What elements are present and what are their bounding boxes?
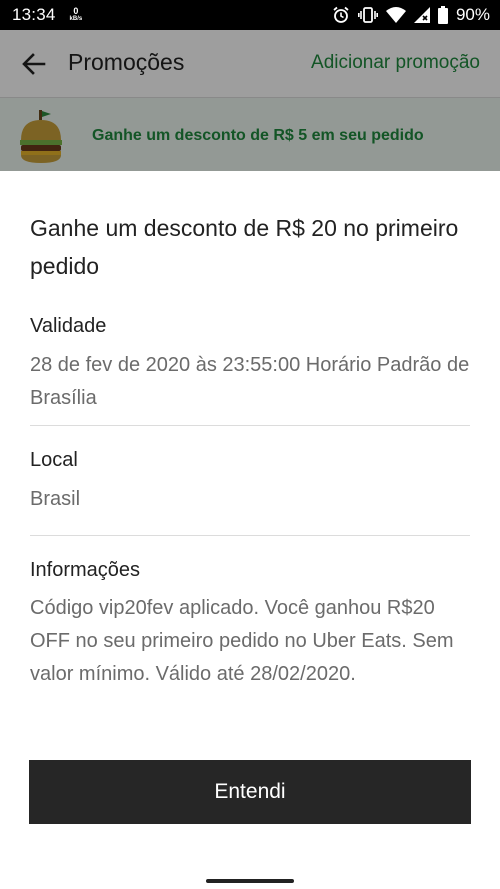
net-speed-indicator: 0 kB/s bbox=[70, 7, 83, 23]
location-label: Local bbox=[30, 449, 78, 471]
location-value: Brasil bbox=[30, 488, 81, 510]
battery-percentage: 90% bbox=[455, 5, 490, 24]
status-time: 13:34 bbox=[12, 5, 56, 24]
status-bar: 13:34 0 kB/s 90% bbox=[0, 0, 500, 30]
wifi-icon bbox=[385, 7, 406, 23]
signal-icon bbox=[413, 7, 430, 23]
modal-scrim[interactable] bbox=[0, 30, 500, 171]
vibrate-icon bbox=[357, 6, 378, 24]
net-speed-value: 0 bbox=[73, 6, 79, 16]
understood-button[interactable]: Entendi bbox=[29, 760, 471, 824]
divider bbox=[30, 425, 470, 426]
promo-details-sheet: Ganhe um desconto de R$ 20 no primeiro p… bbox=[0, 171, 500, 889]
net-speed-unit: kB/s bbox=[69, 16, 83, 22]
status-right: 90% bbox=[332, 5, 490, 25]
screen: 13:34 0 kB/s 90% Promoções Adicionar pro… bbox=[0, 0, 500, 889]
validity-value: 28 de fev de 2020 às 23:55:00 Horário Pa… bbox=[30, 354, 470, 409]
info-value: Código vip20fev aplicado. Você ganhou R$… bbox=[30, 597, 454, 685]
sheet-title: Ganhe um desconto de R$ 20 no primeiro p… bbox=[30, 215, 459, 279]
status-left: 13:34 0 kB/s bbox=[12, 5, 82, 25]
validity-label: Validade bbox=[30, 315, 107, 337]
home-indicator[interactable] bbox=[206, 879, 294, 883]
battery-icon bbox=[437, 6, 448, 24]
info-label: Informações bbox=[30, 559, 141, 581]
alarm-icon bbox=[332, 6, 350, 24]
divider bbox=[30, 535, 470, 536]
